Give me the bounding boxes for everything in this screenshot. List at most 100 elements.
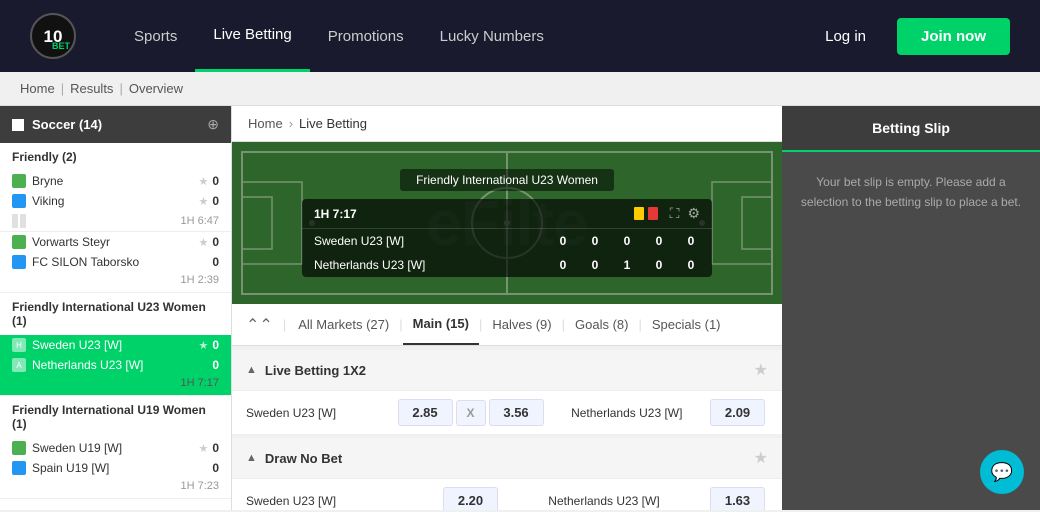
list-item[interactable]: 1H 6:47 (0, 211, 231, 231)
odds-row-1x2: Sweden U23 [W] 2.85 X 3.56 Netherlands U… (232, 391, 782, 434)
team-icon-blue3 (12, 461, 26, 475)
list-item[interactable]: Sweden U19 [W] ★ 0 (0, 438, 231, 458)
star-icon[interactable]: ★ (198, 175, 208, 188)
chevron-down-icon: ▲ (246, 364, 257, 376)
score-team1: Sweden U23 [W] (314, 234, 554, 248)
team-icon-active1: H (12, 338, 26, 352)
team-name: Sweden U19 [W] (32, 441, 198, 455)
score-icon2: ⚙ (687, 205, 700, 222)
team-icon-green2 (12, 235, 26, 249)
match-score: 0 (212, 174, 219, 188)
market-sep0: | (283, 317, 286, 332)
breadcrumb-results[interactable]: Results (70, 81, 113, 96)
slip-header: Betting Slip (782, 106, 1040, 152)
sidebar-pin-icon[interactable]: ⊕ (207, 116, 219, 133)
odds-btn-draw[interactable]: 3.56 (489, 399, 544, 426)
header-actions: Log in Join now (809, 18, 1010, 55)
match-score-active: 0 (212, 338, 219, 352)
odds-btn-home-dnb[interactable]: 2.20 (443, 487, 498, 510)
section-star-icon[interactable]: ★ (754, 448, 768, 468)
breadcrumb-overview[interactable]: Overview (129, 81, 183, 96)
match-score: 0 (212, 461, 219, 475)
chat-fab[interactable]: 💬 (980, 450, 1024, 494)
odds-btn-home[interactable]: 2.85 (398, 399, 453, 426)
team-name-active2: Netherlands U23 [W] (32, 358, 212, 372)
match-score: 0 (212, 235, 219, 249)
score-val: 1 (618, 258, 636, 272)
breadcrumb-home[interactable]: Home (20, 81, 55, 96)
scoreboard-row-1: Sweden U23 [W] 0 0 0 0 0 (302, 229, 712, 253)
login-button[interactable]: Log in (809, 20, 882, 53)
top-breadcrumb: Home | Results | Overview (0, 72, 1040, 106)
list-item[interactable]: Spain U19 [W] 0 (0, 458, 231, 478)
team-name: Spain U19 [W] (32, 461, 212, 475)
star-icon[interactable]: ★ (198, 195, 208, 208)
odds-btn-away[interactable]: 2.09 (710, 399, 765, 426)
tab-all-markets[interactable]: All Markets (27) (288, 305, 399, 344)
odds-team-left-dnb: Sweden U23 [W] (246, 494, 440, 508)
section-header-dnb[interactable]: ▲ Draw No Bet ★ (232, 438, 782, 479)
star-icon[interactable]: ★ (198, 442, 208, 455)
chat-icon: 💬 (991, 462, 1013, 483)
tab-specials[interactable]: Specials (1) (642, 305, 731, 344)
content-home-link[interactable]: Home (248, 116, 283, 131)
list-item[interactable]: FC SILON Taborsko 0 (0, 252, 231, 272)
star-icon[interactable]: ★ (198, 339, 208, 352)
score-team2: Netherlands U23 [W] (314, 258, 554, 272)
match-score: 0 (212, 255, 219, 269)
slip-body: Your bet slip is empty. Please add a sel… (782, 152, 1040, 450)
score-val: 0 (554, 234, 572, 248)
section-header-1x2[interactable]: ▲ Live Betting 1X2 ★ (232, 350, 782, 391)
score-val: 0 (682, 234, 700, 248)
team-icon-green (12, 174, 26, 188)
list-item[interactable]: Vorwarts Steyr ★ 0 (0, 232, 231, 252)
nav-lucky-numbers[interactable]: Lucky Numbers (422, 0, 562, 72)
collapse-icon[interactable]: ⌃⌃ (238, 305, 281, 345)
match-score-active2: 0 (212, 358, 219, 372)
nav-live-betting[interactable]: Live Betting (195, 0, 309, 72)
odds-row-dnb: Sweden U23 [W] 2.20 Netherlands U23 [W] … (232, 479, 782, 510)
nav-sports[interactable]: Sports (116, 0, 195, 72)
match-time-active: 1H 7:17 (0, 375, 231, 395)
match-time: 1H 6:47 (180, 215, 219, 227)
section-star-icon[interactable]: ★ (754, 360, 768, 380)
team-icon-blue (12, 194, 26, 208)
betting-section-dnb: ▲ Draw No Bet ★ Sweden U23 [W] 2.20 Neth… (232, 438, 782, 510)
star-icon[interactable]: ★ (198, 236, 208, 249)
match-time: 1H 2:39 (0, 272, 231, 292)
team-name: Bryne (32, 174, 198, 188)
odds-btn-away-dnb[interactable]: 1.63 (710, 487, 765, 510)
yellow-card (634, 207, 644, 220)
section-title-1x2: Live Betting 1X2 (265, 363, 754, 378)
team-name: Vorwarts Steyr (32, 235, 198, 249)
section-friendly-title: Friendly (2) (0, 143, 231, 171)
team-name: FC SILON Taborsko (32, 255, 212, 269)
slip-empty-message: Your bet slip is empty. Please add a sel… (798, 172, 1024, 213)
score-cols-1: 0 0 0 0 0 (554, 234, 700, 248)
score-val: 0 (650, 234, 668, 248)
list-item-active[interactable]: H Sweden U23 [W] ★ 0 (0, 335, 231, 355)
section-title-dnb: Draw No Bet (265, 451, 754, 466)
tab-main[interactable]: Main (15) (403, 304, 479, 345)
list-item[interactable]: Viking ★ 0 (0, 191, 231, 211)
match-time: 1H 7:23 (0, 478, 231, 498)
soccer-icon (12, 119, 24, 131)
content-current: Live Betting (299, 116, 367, 131)
match-category-label: Friendly International U23 Women (400, 169, 614, 191)
betting-slip: Betting Slip Your bet slip is empty. Ple… (782, 106, 1040, 510)
odds-away-team: Netherlands U23 [W] (547, 406, 708, 420)
join-button[interactable]: Join now (897, 18, 1010, 55)
tab-halves[interactable]: Halves (9) (482, 305, 561, 344)
section-u19-women: Friendly International U19 Women (1) Swe… (0, 396, 231, 499)
main-layout: Soccer (14) ⊕ Friendly (2) Bryne ★ 0 Vik… (0, 106, 1040, 510)
list-item-active2[interactable]: A Netherlands U23 [W] 0 (0, 355, 231, 375)
logo[interactable]: 10 BET (30, 13, 76, 59)
nav-promotions[interactable]: Promotions (310, 0, 422, 72)
section-vorwarts: Vorwarts Steyr ★ 0 FC SILON Taborsko 0 1… (0, 232, 231, 293)
list-item[interactable]: Bryne ★ 0 (0, 171, 231, 191)
section-u23-women: Friendly International U23 Women (1) H S… (0, 293, 231, 396)
multi-icon (12, 214, 26, 228)
sidebar-header: Soccer (14) ⊕ (0, 106, 231, 143)
tab-goals[interactable]: Goals (8) (565, 305, 638, 344)
odds-x-label[interactable]: X (456, 400, 486, 426)
